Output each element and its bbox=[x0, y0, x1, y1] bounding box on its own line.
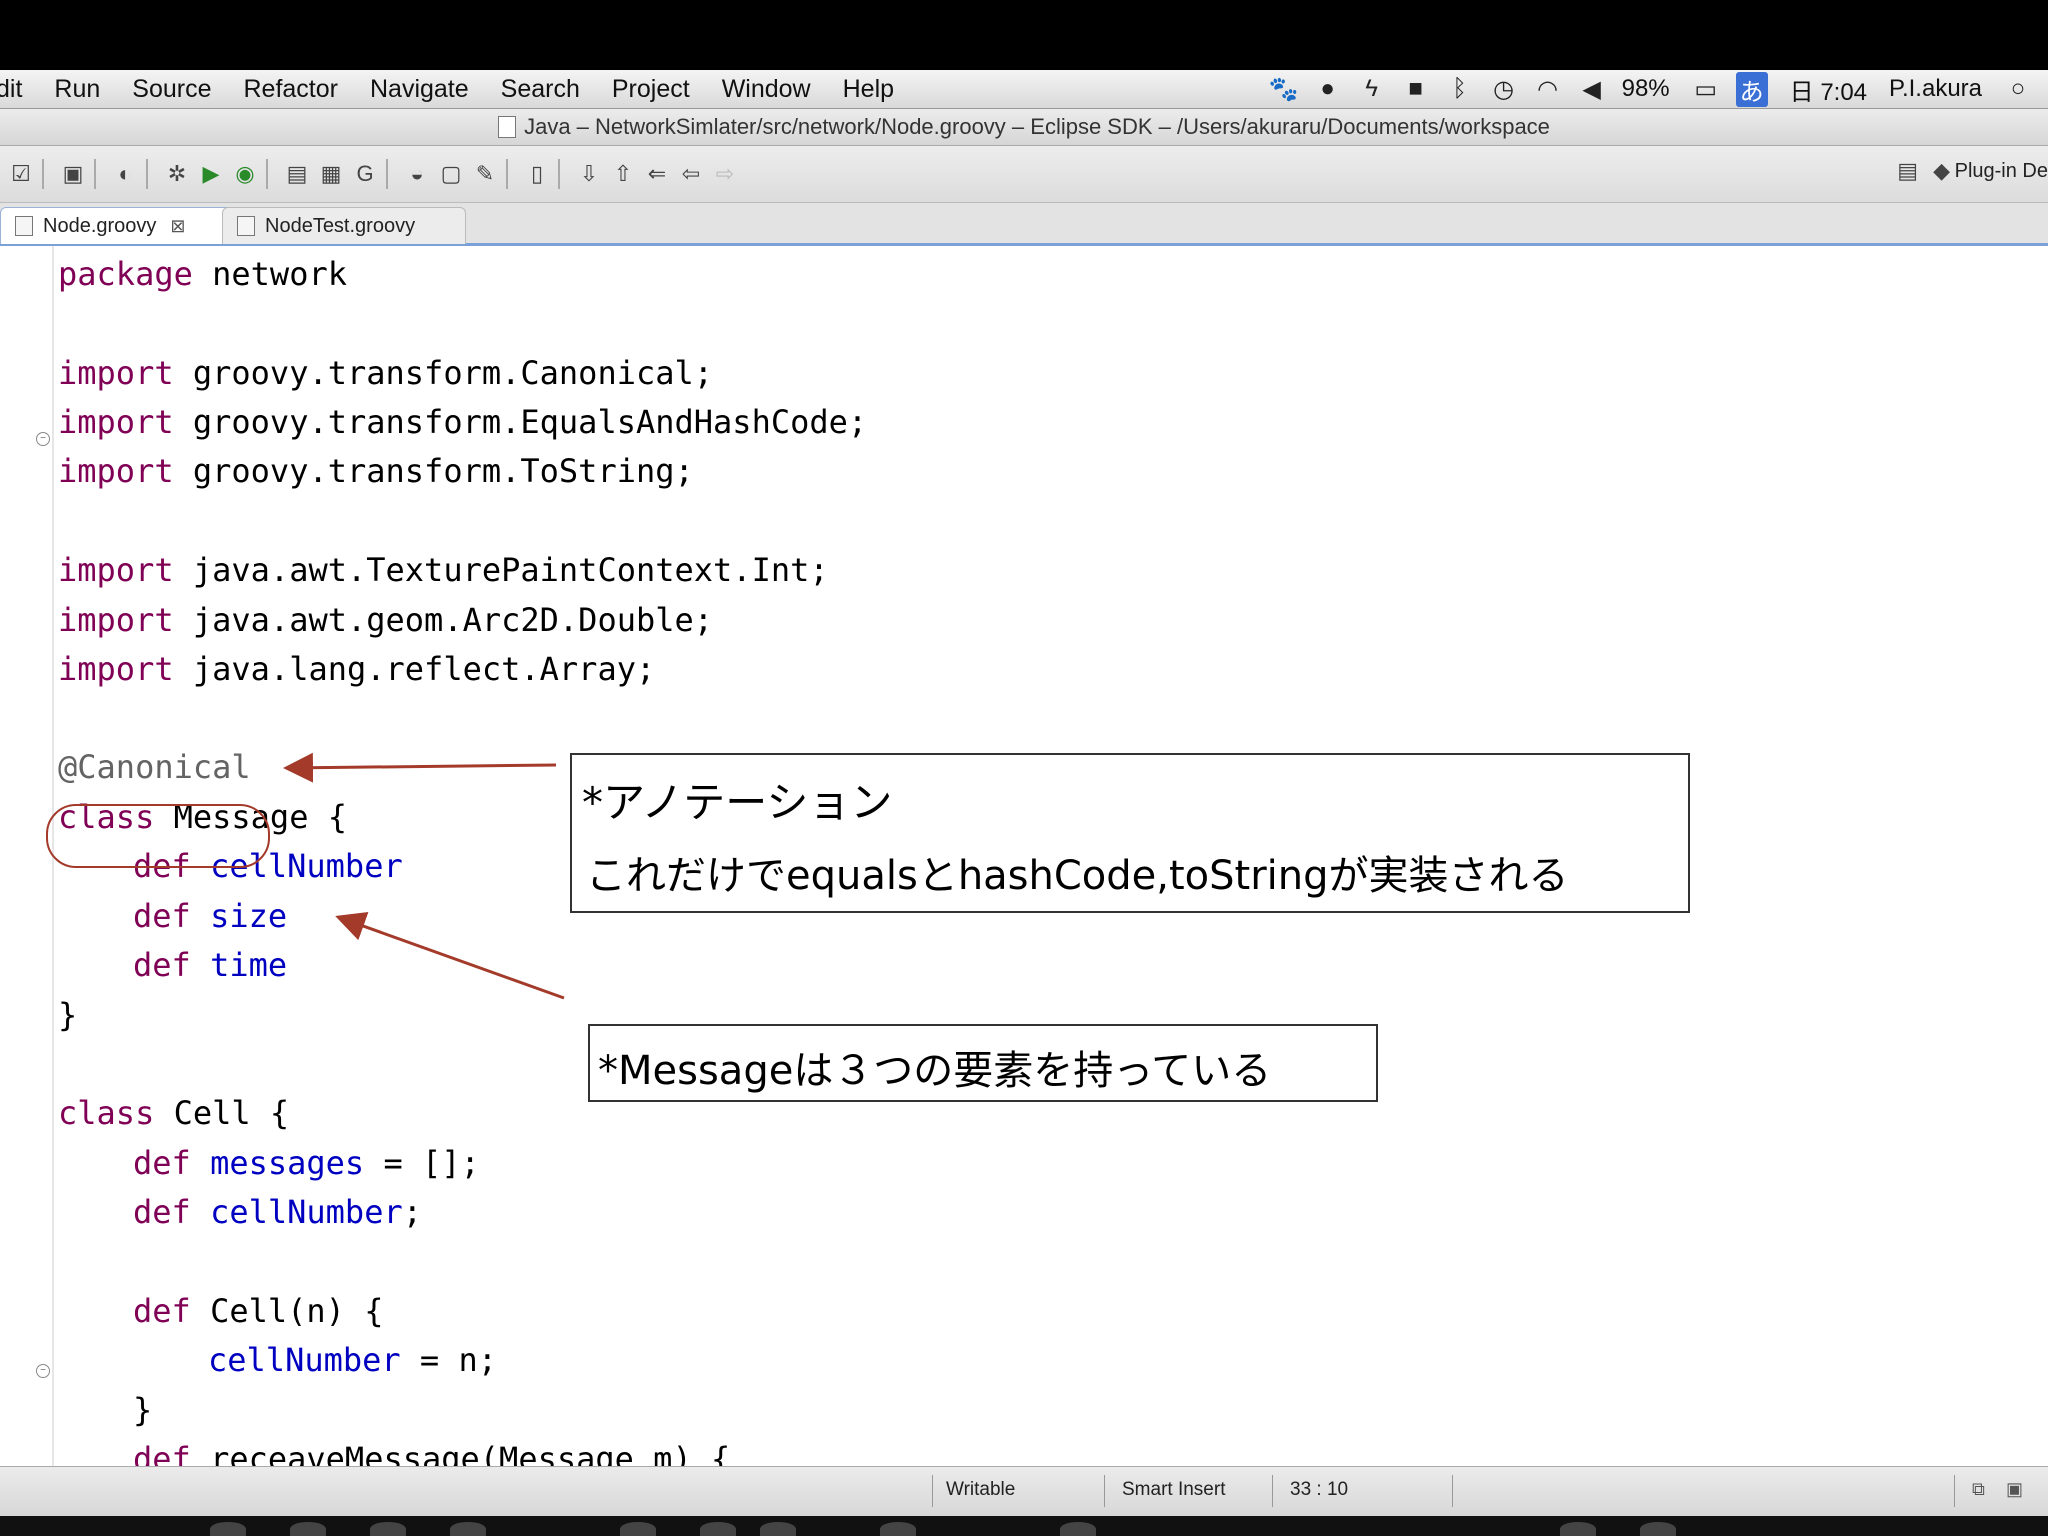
dock-app-icon[interactable] bbox=[370, 1522, 406, 1536]
dock-strip bbox=[0, 1516, 2048, 1536]
status-separator bbox=[1104, 1475, 1105, 1507]
annotation-callout-body: これだけでequalsとhashCode,toStringが実装される bbox=[586, 853, 1569, 899]
arrow-to-canonical bbox=[283, 752, 557, 783]
dock-app-icon[interactable] bbox=[700, 1522, 736, 1536]
status-cursor-position: 33 : 10 bbox=[1290, 1479, 1349, 1500]
status-separator bbox=[1954, 1475, 1955, 1507]
dock-app-icon[interactable] bbox=[1640, 1522, 1676, 1536]
status-bar: Writable Smart Insert 33 : 10 ⧉ ▣ bbox=[0, 1466, 2048, 1516]
dock-app-icon[interactable] bbox=[880, 1522, 916, 1536]
dock-app-icon[interactable] bbox=[1560, 1522, 1596, 1536]
dock-app-icon[interactable] bbox=[290, 1522, 326, 1536]
dock-app-icon[interactable] bbox=[1060, 1522, 1096, 1536]
screen: dit Run Source Refactor Navigate Search … bbox=[0, 70, 2048, 1516]
status-separator bbox=[932, 1475, 933, 1507]
status-writable: Writable bbox=[946, 1479, 1016, 1500]
annotation-callout: *アノテーション これだけでequalsとhashCode,toStringが実… bbox=[570, 753, 1690, 913]
message-callout: *Messageは３つの要素を持っている bbox=[588, 1024, 1378, 1102]
dock-app-icon[interactable] bbox=[760, 1522, 796, 1536]
dock-app-icon[interactable] bbox=[620, 1522, 656, 1536]
status-separator bbox=[1272, 1475, 1273, 1507]
restore-window-icon[interactable]: ⧉ bbox=[1972, 1479, 1994, 1501]
dock-app-icon[interactable] bbox=[210, 1522, 246, 1536]
status-separator bbox=[1452, 1475, 1453, 1507]
progress-icon[interactable]: ▣ bbox=[2006, 1479, 2028, 1501]
message-callout-text: *Messageは３つの要素を持っている bbox=[598, 1048, 1272, 1094]
dock-app-icon[interactable] bbox=[450, 1522, 486, 1536]
annotation-callout-title: *アノテーション bbox=[582, 778, 893, 827]
arrow-to-message-fields bbox=[335, 911, 565, 1000]
status-insert-mode: Smart Insert bbox=[1122, 1479, 1226, 1500]
